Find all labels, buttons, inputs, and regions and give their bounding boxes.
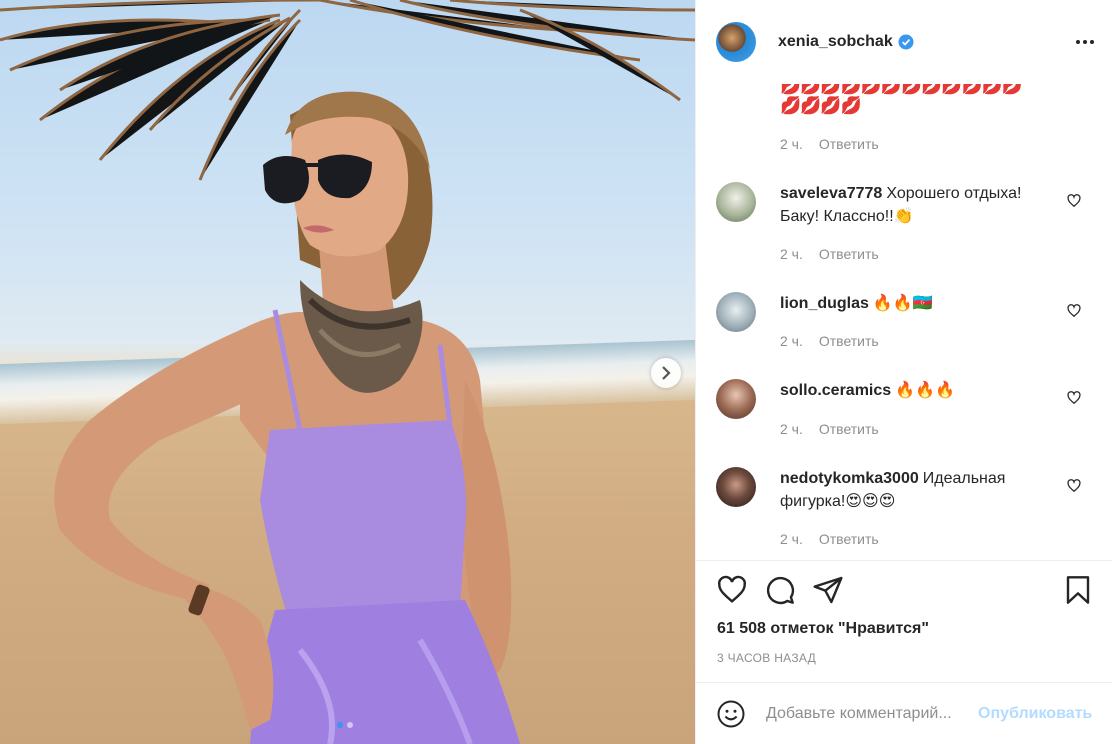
list-item: sollo.ceramics 🔥🔥🔥	[780, 379, 1050, 402]
comment-time: 2 ч.	[780, 421, 803, 437]
more-options-icon[interactable]	[1075, 32, 1095, 52]
comment-text: 🔥🔥🔥	[895, 382, 955, 399]
comment-text: 🔥🔥🇦🇿	[872, 295, 933, 312]
publish-button[interactable]: Опубликовать	[978, 705, 1092, 723]
reply-button[interactable]: Ответить	[819, 531, 879, 547]
comment-emoji-line: 💋💋💋💋	[780, 96, 862, 115]
chevron-right-icon	[662, 366, 671, 380]
carousel-dot-active	[337, 722, 343, 728]
share-icon[interactable]	[812, 574, 844, 606]
heart-icon[interactable]	[1067, 194, 1081, 208]
verified-badge-icon	[898, 34, 914, 50]
heart-icon[interactable]	[1067, 391, 1081, 405]
carousel-next-button[interactable]	[651, 358, 681, 388]
post-sidebar: xenia_sobchak 💋💋💋💋💋💋💋💋💋💋💋💋 💋💋💋💋 2 ч. Отв…	[695, 0, 1112, 744]
comment-meta: 2 ч. Ответить	[780, 421, 879, 437]
thatched-umbrella	[0, 0, 695, 181]
post-photo[interactable]	[0, 0, 695, 744]
reply-button[interactable]: Ответить	[819, 136, 879, 152]
post-username[interactable]: xenia_sobchak	[778, 33, 893, 51]
comments-list[interactable]: 💋💋💋💋💋💋💋💋💋💋💋💋 💋💋💋💋 2 ч. Ответить saveleva…	[696, 70, 1112, 560]
comment-username[interactable]: lion_duglas	[780, 295, 869, 312]
heart-icon[interactable]	[1067, 304, 1081, 318]
avatar[interactable]	[716, 182, 756, 222]
heart-icon[interactable]	[716, 574, 748, 606]
comment-time: 2 ч.	[780, 246, 803, 262]
heart-icon[interactable]	[1067, 479, 1081, 493]
divider	[696, 682, 1112, 683]
list-item: lion_duglas 🔥🔥🇦🇿	[780, 292, 1050, 315]
comment-username[interactable]: sollo.ceramics	[780, 382, 891, 399]
comment-meta: 2 ч. Ответить	[780, 333, 879, 349]
bookmark-icon[interactable]	[1062, 574, 1094, 606]
reply-button[interactable]: Ответить	[819, 421, 879, 437]
comment-input[interactable]	[766, 705, 974, 723]
comment-meta: 2 ч. Ответить	[780, 531, 879, 547]
post-actions	[716, 574, 1096, 608]
emoji-icon[interactable]	[716, 699, 746, 729]
list-item: nedotykomka3000 Идеальная фигурка!😍😍😍	[780, 467, 1050, 513]
carousel-indicator	[337, 722, 353, 728]
carousel-dot	[347, 722, 353, 728]
comment-time: 2 ч.	[780, 333, 803, 349]
comment-composer: Опубликовать	[696, 684, 1112, 744]
comment-icon[interactable]	[764, 574, 796, 606]
comment-meta: 2 ч. Ответить	[780, 246, 879, 262]
likes-count[interactable]: 61 508 отметок "Нравится"	[717, 620, 929, 638]
comment-username[interactable]: saveleva7778	[780, 185, 882, 202]
avatar[interactable]	[716, 22, 756, 62]
avatar[interactable]	[716, 379, 756, 419]
reply-button[interactable]: Ответить	[819, 246, 879, 262]
reply-button[interactable]: Ответить	[819, 333, 879, 349]
post-timestamp[interactable]: 3 часов назад	[717, 651, 816, 665]
post-header: xenia_sobchak	[696, 0, 1112, 84]
divider	[696, 560, 1112, 561]
avatar[interactable]	[716, 292, 756, 332]
comment-time: 2 ч.	[780, 136, 803, 152]
comment-time: 2 ч.	[780, 531, 803, 547]
comment-username[interactable]: nedotykomka3000	[780, 470, 919, 487]
list-item: saveleva7778 Хорошего отдыха! Баку! Класс…	[780, 182, 1050, 228]
comment-meta: 2 ч. Ответить	[780, 136, 879, 152]
avatar[interactable]	[716, 467, 756, 507]
